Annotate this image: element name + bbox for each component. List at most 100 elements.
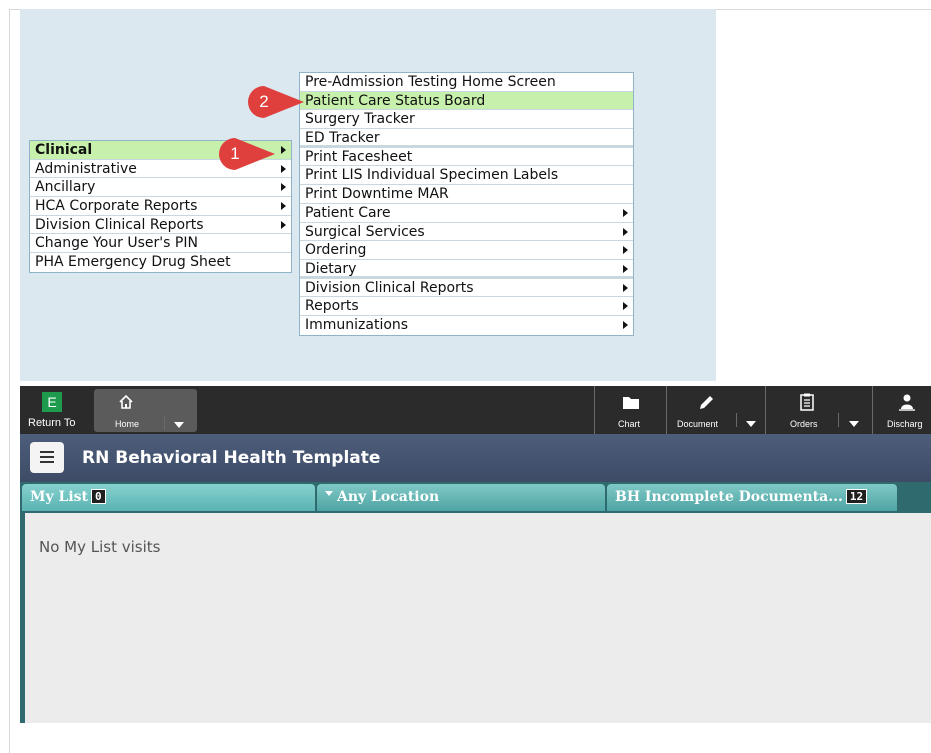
menu-item-label: PHA Emergency Drug Sheet — [35, 254, 231, 271]
menu-item-surgical-services[interactable]: Surgical Services — [300, 223, 633, 242]
menu-item-immunizations[interactable]: Immunizations — [300, 316, 633, 335]
menu-item-ed-tracker[interactable]: ED Tracker — [300, 129, 633, 148]
menu-item-division-clinical-reports[interactable]: Division Clinical Reports — [30, 216, 291, 235]
app-screenshot: E Return To Home Chart Document Orders D… — [20, 386, 931, 723]
menu-item-print-facesheet[interactable]: Print Facesheet — [300, 148, 633, 167]
chart-label: Chart — [618, 419, 641, 429]
tab-bh-incomplete-documentation[interactable]: BH Incomplete Documenta... 12 — [607, 484, 897, 511]
tab-label: BH Incomplete Documenta... — [615, 489, 843, 505]
hamburger-menu-button[interactable] — [30, 442, 64, 473]
submenu-arrow-icon — [623, 227, 628, 236]
visit-list-area: No My List visits — [20, 513, 931, 723]
menu-item-ordering[interactable]: Ordering — [300, 241, 633, 260]
menu-item-patient-care[interactable]: Patient Care — [300, 204, 633, 223]
home-button[interactable]: Home — [94, 389, 197, 432]
tab-bar: My List 0 Any Location BH Incomplete Docu… — [20, 482, 931, 513]
divider — [765, 386, 766, 434]
menu-item-label: ED Tracker — [305, 130, 380, 147]
menu-item-surgery-tracker[interactable]: Surgery Tracker — [300, 110, 633, 130]
home-icon — [118, 394, 134, 413]
menu-panel: Clinical Administrative Ancillary HCA Co… — [20, 9, 716, 381]
menu-item-label: HCA Corporate Reports — [35, 198, 198, 215]
menu-item-label: Print LIS Individual Specimen Labels — [305, 167, 559, 184]
divider — [838, 413, 839, 427]
hamburger-line — [40, 461, 54, 463]
menu-item-label: Ordering — [305, 242, 367, 259]
menu-item-label: Change Your User's PIN — [35, 235, 198, 252]
menu-item-label: Reports — [305, 298, 359, 315]
frame-border-left — [9, 9, 10, 753]
menu-item-label: Clinical — [35, 142, 93, 158]
menu-item-reports[interactable]: Reports — [300, 297, 633, 316]
list-left-edge — [20, 513, 25, 723]
menu-item-label: Immunizations — [305, 316, 409, 333]
divider — [164, 416, 165, 430]
return-to-icon: E — [42, 392, 62, 412]
divider — [872, 386, 873, 434]
menu-item-label: Print Downtime MAR — [305, 186, 449, 203]
orders-dropdown-icon[interactable] — [849, 421, 859, 427]
divider — [594, 386, 595, 434]
submenu-arrow-icon — [623, 264, 628, 273]
submenu-arrow-icon — [623, 208, 628, 217]
menu-item-label: Surgery Tracker — [305, 111, 415, 128]
tab-any-location[interactable]: Any Location — [317, 484, 605, 511]
discharge-label: Discharg — [887, 419, 923, 429]
toolbar: E Return To Home Chart Document Orders D… — [20, 386, 931, 434]
menu-item-dietary[interactable]: Dietary — [300, 260, 633, 279]
menu-item-label: Patient Care Status Board — [305, 92, 486, 109]
divider — [666, 386, 667, 434]
menu-item-label: Print Facesheet — [305, 148, 413, 165]
menu-item-label: Administrative — [35, 160, 137, 177]
count-badge: 0 — [91, 489, 106, 504]
menu-item-print-lis-labels[interactable]: Print LIS Individual Specimen Labels — [300, 166, 633, 186]
home-label: Home — [115, 419, 140, 429]
callout-2: 2 — [242, 84, 314, 120]
callout-number: 2 — [259, 92, 269, 111]
callout-1: 1 — [213, 136, 285, 172]
menu-item-label: Division Clinical Reports — [305, 279, 474, 296]
count-badge: 12 — [845, 489, 868, 504]
discharge-person-icon — [898, 393, 916, 414]
menu-item-label: Surgical Services — [305, 223, 425, 240]
submenu-arrow-icon — [623, 283, 628, 292]
menu-item-change-pin[interactable]: Change Your User's PIN — [30, 234, 291, 254]
menu-item-ancillary[interactable]: Ancillary — [30, 178, 291, 198]
hamburger-line — [40, 451, 54, 453]
submenu-arrow-icon — [623, 302, 628, 311]
menu-item-label: Patient Care — [305, 204, 391, 221]
menu-item-label: Division Clinical Reports — [35, 216, 204, 233]
menu-item-print-downtime-mar[interactable]: Print Downtime MAR — [300, 185, 633, 204]
menu-item-pre-admission-testing[interactable]: Pre-Admission Testing Home Screen — [300, 73, 633, 92]
tab-label: My List — [30, 489, 89, 505]
orders-label: Orders — [790, 419, 818, 429]
menu-item-pha-emergency-drug-sheet[interactable]: PHA Emergency Drug Sheet — [30, 253, 291, 272]
empty-list-message: No My List visits — [39, 538, 161, 556]
document-dropdown-icon[interactable] — [746, 421, 756, 427]
callout-number: 1 — [230, 144, 240, 163]
menu-item-hca-corporate-reports[interactable]: HCA Corporate Reports — [30, 197, 291, 216]
orders-clipboard-icon — [799, 393, 815, 414]
menu-item-patient-care-status-board[interactable]: Patient Care Status Board — [300, 91, 633, 111]
pencil-icon — [697, 394, 715, 415]
tab-my-list[interactable]: My List 0 — [22, 484, 315, 511]
return-to-label: Return To — [28, 417, 76, 429]
document-label: Document — [677, 419, 719, 429]
submenu-arrow-icon — [623, 320, 628, 329]
page-title: RN Behavioral Health Template — [82, 448, 381, 468]
hamburger-line — [40, 456, 54, 458]
submenu-arrow-icon — [281, 202, 286, 211]
submenu-arrow-icon — [281, 220, 286, 229]
home-dropdown-icon[interactable] — [174, 422, 184, 428]
header-bar: RN Behavioral Health Template — [20, 434, 931, 482]
clinical-submenu: Pre-Admission Testing Home Screen Patien… — [299, 72, 634, 336]
tab-label: Any Location — [337, 489, 440, 505]
menu-item-label: Ancillary — [35, 179, 96, 196]
submenu-arrow-icon — [623, 246, 628, 255]
folder-icon — [622, 394, 640, 413]
menu-item-division-clinical-reports-sub[interactable]: Division Clinical Reports — [300, 279, 633, 298]
submenu-arrow-icon — [281, 183, 286, 192]
dropdown-triangle-icon — [325, 491, 333, 496]
divider — [736, 413, 737, 427]
menu-item-label: Pre-Admission Testing Home Screen — [305, 74, 556, 90]
